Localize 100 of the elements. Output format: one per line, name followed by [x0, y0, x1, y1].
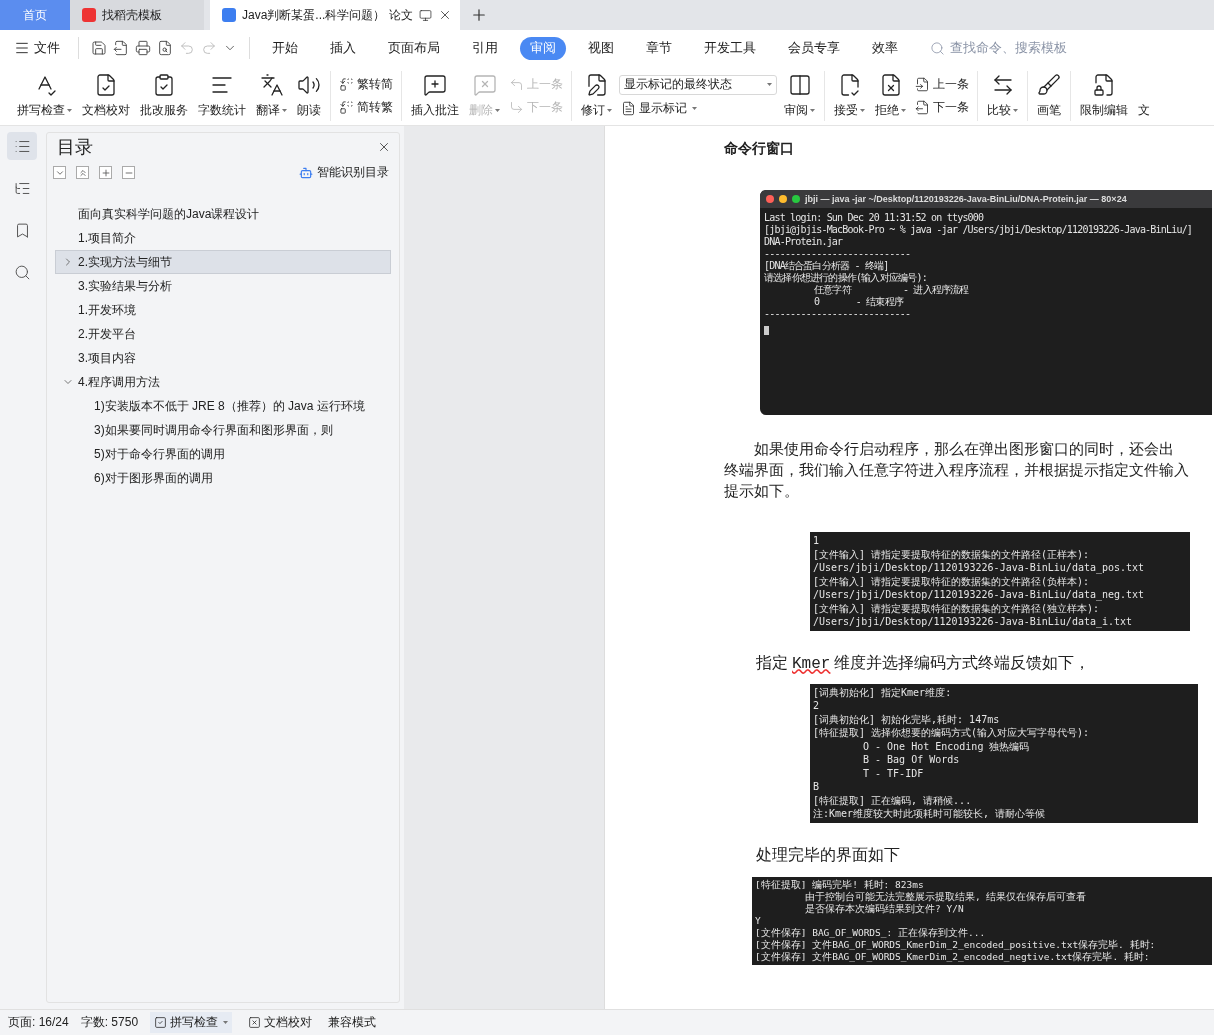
toc-item[interactable]: 3)如果要同时调用命令行界面和图形界面，则	[55, 418, 391, 442]
replace-icon	[339, 99, 354, 115]
document-check-icon	[94, 72, 118, 97]
terminal-line: [文件保存] 文件BAG_OF_WORDS_KmerDim_2_encoded_negtive.txt保存完毕. 耗时:	[755, 950, 1151, 963]
ribbon-button[interactable]: 文	[1135, 70, 1153, 121]
terminal-line: [jbji@jbjis-MacBook-Pro ~ % java -jar /Users/jbji/Desktop/1120193226-Java-BinLiu/]	[764, 224, 1194, 236]
page-count: 页面: 16/24	[8, 1014, 69, 1031]
spell-check-button[interactable]: 拼写检查	[150, 1012, 233, 1033]
window-tab[interactable]: 找稻壳模板	[70, 0, 204, 30]
ribbon-button[interactable]: 限制编辑	[1077, 70, 1131, 121]
body-sentence: 处理完毕的界面如下	[756, 844, 901, 865]
terminal-title: jbji — java -jar ~/Desktop/1120193226-Java-BinLiu/DNA-Protein.jar — 80×24	[760, 190, 1212, 208]
ribbon-button[interactable]: 拒绝	[872, 70, 909, 121]
toc-item[interactable]: 3.项目内容	[55, 346, 391, 370]
terminal-line: [词典初始化] 初始化完毕,耗时: 147ms	[813, 712, 1001, 726]
ribbon-small-button[interactable]: 简转繁	[337, 98, 395, 116]
caret-icon	[692, 106, 697, 110]
ribbon-tab[interactable]: 开始	[262, 36, 308, 60]
ribbon-button[interactable]: 接受	[831, 70, 868, 121]
ribbon-button[interactable]: 批改服务	[137, 70, 191, 121]
terminal-line: 注:Kmer维度较大时此项耗时可能较长, 请耐心等候	[813, 807, 1047, 821]
print-icon[interactable]	[135, 40, 151, 56]
markup-dropdown[interactable]: 显示标记的最终状态	[619, 74, 777, 95]
ribbon-tab[interactable]: 开发工具	[694, 36, 766, 60]
checkbox-icon	[154, 1016, 168, 1029]
ribbon-button[interactable]: 审阅	[781, 70, 818, 121]
toc-item[interactable]: 1)安装版本不低于 JRE 8（推荐）的 Java 运行环境	[55, 394, 391, 418]
ribbon-button[interactable]: 字数统计	[195, 70, 249, 121]
ribbon-tab[interactable]: 会员专享	[778, 36, 850, 60]
replace-icon	[339, 76, 354, 92]
ribbon-small-button[interactable]: 上一条	[913, 75, 971, 93]
terminal-line: 2	[813, 699, 821, 713]
comment-plus-icon	[423, 72, 447, 97]
ribbon-tab[interactable]: 插入	[320, 36, 366, 60]
chevrons-up-icon	[77, 167, 88, 178]
collapse-all-button[interactable]	[53, 166, 66, 179]
close-icon	[377, 140, 391, 154]
command-search-field[interactable]: 查找命令、搜索模板	[948, 40, 1092, 56]
terminal-line: [文件输入] 请指定要提取特征的数据集的文件路径(正样本):	[813, 547, 1091, 561]
ribbon-button[interactable]: 画笔	[1034, 70, 1064, 121]
ribbon-button[interactable]: 朗读	[294, 70, 324, 121]
ribbon-tab[interactable]: 页面布局	[378, 36, 450, 60]
toc-item[interactable]: 5)对于命令行界面的调用	[55, 442, 391, 466]
terminal-line: 请选择你想进行的操作(输入对应编号):	[764, 272, 928, 284]
ribbon-tab[interactable]: 引用	[462, 36, 508, 60]
toc-item[interactable]: 3.实验结果与分析	[55, 274, 391, 298]
ribbon-button[interactable]: 翻译	[253, 70, 290, 121]
preview-icon[interactable]	[157, 40, 173, 56]
smart-toc-button[interactable]: 智能识别目录	[293, 163, 395, 182]
toc-item[interactable]: 4.程序调用方法	[55, 370, 391, 394]
add-button[interactable]	[99, 166, 112, 179]
comment-delete-icon	[472, 72, 497, 97]
terminal-line: [文件输入] 请指定要提取特征的数据集的文件路径(负样本):	[813, 574, 1091, 588]
document-arrow-icon	[915, 99, 930, 115]
square-x-icon	[248, 1016, 262, 1029]
caret-icon	[67, 108, 72, 112]
ribbon-small-button[interactable]: 显示标记	[619, 99, 777, 117]
ribbon-small-button[interactable]: 下一条	[913, 98, 971, 116]
brush-icon	[1037, 72, 1061, 97]
terminal-line: [DNA结合蛋白分析器 - 终端]	[764, 260, 890, 272]
export-icon[interactable]	[113, 40, 129, 56]
terminal-line: [文件保存] 文件BAG_OF_WORDS_KmerDim_2_encoded_positive.txt保存完毕. 耗时:	[755, 938, 1157, 951]
ribbon-button[interactable]: 修订	[578, 70, 615, 121]
toc-item[interactable]: 1.开发环境	[55, 298, 391, 322]
panel-icon	[787, 72, 812, 97]
terminal-line: ----------------------------	[764, 248, 912, 260]
search-icon	[930, 40, 945, 56]
toc-item[interactable]: 面向真实科学问题的Java课程设计	[55, 202, 391, 226]
toc-item[interactable]: 2.实现方法与细节	[55, 250, 391, 274]
terminal-line: T - TF-IDF	[862, 766, 925, 780]
section-heading: 命令行窗口	[724, 140, 795, 158]
toc-item[interactable]: 6)对于图形界面的调用	[55, 466, 391, 490]
ribbon-button[interactable]: 文档校对	[79, 70, 133, 121]
caret-icon	[282, 108, 287, 112]
toc-item[interactable]: 1.项目简介	[55, 226, 391, 250]
toc-item[interactable]: 2.开发平台	[55, 322, 391, 346]
ribbon-button[interactable]: 拼写检查	[14, 70, 75, 121]
outline-view-button[interactable]	[7, 132, 37, 160]
terminal-line: /Users/jbji/Desktop/1120193226-Java-BinLiu/data_pos.txt	[813, 561, 1146, 575]
save-icon[interactable]	[91, 40, 107, 56]
arrow-up-left-icon	[509, 76, 524, 92]
plus-icon	[100, 167, 111, 178]
document-arrow-icon	[915, 76, 930, 92]
proofread-button[interactable]: 文档校对	[244, 1012, 317, 1033]
terminal-line: [特征提取] 选择你想要的编码方式(输入对应大写字母代号):	[813, 726, 1091, 740]
file-menu-button[interactable]: 文件	[14, 39, 66, 57]
terminal-line: B - Bag Of Words	[862, 753, 961, 767]
remove-button[interactable]	[122, 166, 135, 179]
terminal-line: 1	[813, 534, 821, 548]
ribbon-small-button[interactable]: 繁转简	[337, 75, 395, 93]
ribbon-tab[interactable]: 章节	[636, 36, 682, 60]
ribbon-button[interactable]: 比较	[984, 70, 1021, 121]
translate-icon	[259, 72, 284, 97]
caret-icon	[495, 108, 500, 112]
ribbon-button[interactable]: 插入批注	[408, 70, 462, 121]
terminal-line: /Users/jbji/Desktop/1120193226-Java-BinLiu/data_neg.txt	[813, 588, 1146, 602]
ribbon-tab[interactable]: 效率	[862, 36, 908, 60]
window-tab[interactable]: Java判断某蛋...科学问题） 论文	[210, 0, 460, 30]
ribbon-tab[interactable]: 视图	[578, 36, 624, 60]
expand-all-button[interactable]	[76, 166, 89, 179]
